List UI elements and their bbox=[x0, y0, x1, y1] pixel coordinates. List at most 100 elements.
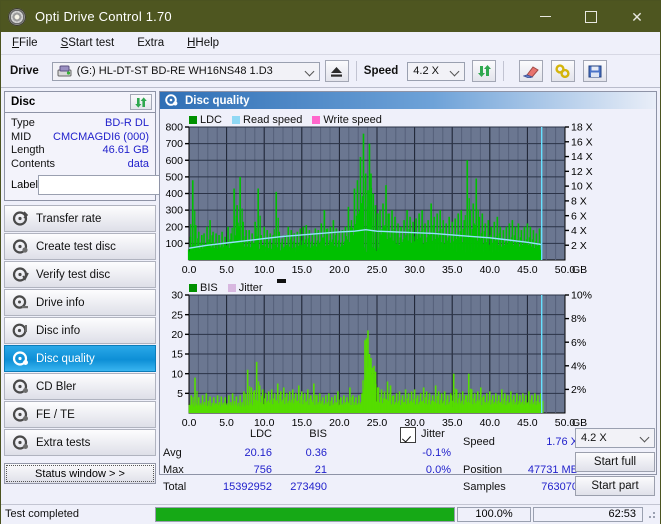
title-bar: Opti Drive Control 1.70 ✕ bbox=[1, 1, 660, 32]
stats-total-bis: 273490 bbox=[290, 481, 327, 493]
disc-test-icon bbox=[12, 211, 29, 226]
svg-text:6 X: 6 X bbox=[571, 210, 587, 222]
svg-text:600: 600 bbox=[165, 155, 183, 167]
status-window-button[interactable]: Status window > > bbox=[4, 463, 156, 485]
svg-text:GB: GB bbox=[572, 264, 587, 276]
drive-label: Drive bbox=[10, 65, 39, 77]
svg-text:40.0: 40.0 bbox=[480, 264, 501, 276]
disc-refresh-button[interactable] bbox=[130, 94, 152, 110]
disc-row-contents: Contents data bbox=[11, 158, 149, 172]
sidebar-item-fe-te[interactable]: FE / TE bbox=[4, 401, 156, 429]
svg-text:2 X: 2 X bbox=[571, 240, 587, 252]
disc-row-mid: MID CMCMAGDI6 (000) bbox=[11, 131, 149, 145]
disc-group: Disc Type BD-R DL MID CMCMAGDI6 (000) Le… bbox=[4, 91, 241, 202]
sidebar-item-verify-test-disc[interactable]: Verify test disc bbox=[4, 261, 156, 289]
jitter-marker bbox=[277, 279, 286, 283]
svg-text:35.0: 35.0 bbox=[442, 264, 463, 276]
disc-group-title: Disc bbox=[11, 96, 36, 108]
start-part-button[interactable]: Start part bbox=[575, 476, 655, 496]
menu-start-test-label: Start test bbox=[68, 37, 115, 49]
chevron-down-icon bbox=[451, 68, 458, 75]
svg-text:200: 200 bbox=[165, 221, 183, 233]
status-bar: Test completed 100.0% 62:53 bbox=[1, 504, 660, 523]
sidebar-item-label: Disc quality bbox=[36, 352, 95, 365]
nav-list: Transfer rate Create test disc Verify te… bbox=[4, 205, 156, 457]
drive-select[interactable]: (G:) HL-DT-ST BD-RE WH16NS48 1.D3 bbox=[51, 61, 320, 81]
sidebar-item-disc-info[interactable]: Disc info bbox=[4, 317, 156, 345]
sidebar-item-cd-bler[interactable]: CD Bler bbox=[4, 373, 156, 401]
jitter-checkbox[interactable] bbox=[400, 427, 416, 443]
svg-text:6%: 6% bbox=[571, 337, 586, 349]
sidebar-item-label: Transfer rate bbox=[36, 212, 102, 225]
close-button[interactable]: ✕ bbox=[614, 1, 660, 32]
eject-button[interactable] bbox=[324, 60, 349, 82]
minimize-button[interactable] bbox=[522, 1, 568, 32]
sidebar-item-disc-quality[interactable]: Disc quality bbox=[4, 345, 156, 373]
legend-label: Jitter bbox=[238, 281, 263, 294]
tools-button[interactable] bbox=[551, 60, 576, 82]
menu-file[interactable]: FFile bbox=[10, 36, 40, 50]
maximize-button[interactable] bbox=[568, 1, 614, 32]
eraser-icon bbox=[523, 65, 540, 78]
test-speed-select[interactable]: 4.2 X bbox=[575, 428, 655, 448]
speed-readout-value: 1.76 X bbox=[546, 436, 578, 448]
sidebar-item-extra-tests[interactable]: Extra tests bbox=[4, 429, 156, 457]
svg-text:10: 10 bbox=[171, 368, 183, 380]
resize-grip[interactable] bbox=[645, 508, 657, 520]
sidebar: Disc Type BD-R DL MID CMCMAGDI6 (000) Le… bbox=[1, 88, 241, 524]
menu-file-label: File bbox=[19, 37, 38, 49]
toolbar-separator-2 bbox=[503, 61, 505, 81]
disc-label-key: Label bbox=[11, 179, 38, 192]
svg-text:20: 20 bbox=[171, 329, 183, 341]
ldc-chart-svg: 100 200 300 400 500 600 700 800 2 X 4 X 6 X 8 X 10 X… bbox=[165, 122, 593, 276]
disc-burn-icon bbox=[12, 239, 28, 254]
stats-col-ldc: LDC bbox=[249, 428, 272, 440]
start-full-button[interactable]: Start full bbox=[575, 452, 655, 472]
disc-mid-key: MID bbox=[11, 130, 32, 143]
svg-text:10 X: 10 X bbox=[571, 181, 593, 193]
toolbar: Drive (G:) HL-DT-ST BD-RE WH16NS48 1.D3 … bbox=[1, 55, 660, 88]
menu-extra[interactable]: Extra bbox=[135, 36, 166, 50]
stats-row-max-label: Max bbox=[163, 464, 184, 476]
tools-icon bbox=[555, 64, 570, 78]
legend-swatch bbox=[232, 115, 241, 124]
menu-help-label: Help bbox=[195, 37, 220, 49]
progress-fill bbox=[156, 507, 454, 521]
extra-tests-icon bbox=[12, 435, 28, 450]
disc-quality-icon bbox=[12, 351, 28, 366]
svg-text:0.0: 0.0 bbox=[182, 264, 197, 276]
position-value: 47731 MB bbox=[527, 464, 578, 476]
status-window-label: Status window > > bbox=[35, 467, 125, 480]
sidebar-item-transfer-rate[interactable]: Transfer rate bbox=[4, 205, 156, 233]
svg-text:8%: 8% bbox=[571, 313, 586, 325]
progress-percent-cell: 100.0% bbox=[457, 506, 531, 522]
maximize-icon bbox=[585, 10, 597, 23]
disc-verify-icon bbox=[12, 267, 29, 282]
speed-select[interactable]: 4.2 X bbox=[407, 61, 466, 81]
bis-chart-svg: 510152025302%4%6%8%10%0.0 5.0 10.0 15.0 20.0… bbox=[171, 290, 592, 429]
erase-button[interactable] bbox=[519, 60, 544, 82]
save-button[interactable] bbox=[583, 60, 608, 82]
status-text: Test completed bbox=[5, 508, 79, 520]
svg-text:10.0: 10.0 bbox=[254, 264, 275, 276]
svg-text:30.0: 30.0 bbox=[404, 264, 425, 276]
sidebar-item-label: CD Bler bbox=[36, 380, 77, 393]
elapsed-time-cell: 62:53 bbox=[533, 506, 643, 522]
close-icon: ✕ bbox=[631, 8, 643, 25]
legend-item-ldc: LDC bbox=[189, 114, 222, 126]
refresh-button[interactable] bbox=[472, 60, 497, 82]
panel-title: Disc quality bbox=[185, 94, 250, 107]
sidebar-item-create-test-disc[interactable]: Create test disc bbox=[4, 233, 156, 261]
menu-help[interactable]: HHelp bbox=[185, 36, 221, 50]
disc-contents-key: Contents bbox=[11, 157, 56, 170]
menu-start-test[interactable]: SStart test bbox=[59, 36, 117, 50]
sidebar-item-label: Verify test disc bbox=[36, 268, 111, 281]
disc-quality-panel: Disc quality LDC Read speed Write speed 100… bbox=[159, 91, 657, 475]
svg-text:16 X: 16 X bbox=[571, 136, 593, 148]
svg-text:8 X: 8 X bbox=[571, 195, 587, 207]
svg-text:700: 700 bbox=[165, 138, 183, 150]
sidebar-item-drive-info[interactable]: Drive info bbox=[4, 289, 156, 317]
stats-row-total-label: Total bbox=[163, 481, 187, 493]
stats-max-ldc: 756 bbox=[253, 464, 272, 476]
sidebar-item-label: Disc info bbox=[36, 324, 81, 337]
